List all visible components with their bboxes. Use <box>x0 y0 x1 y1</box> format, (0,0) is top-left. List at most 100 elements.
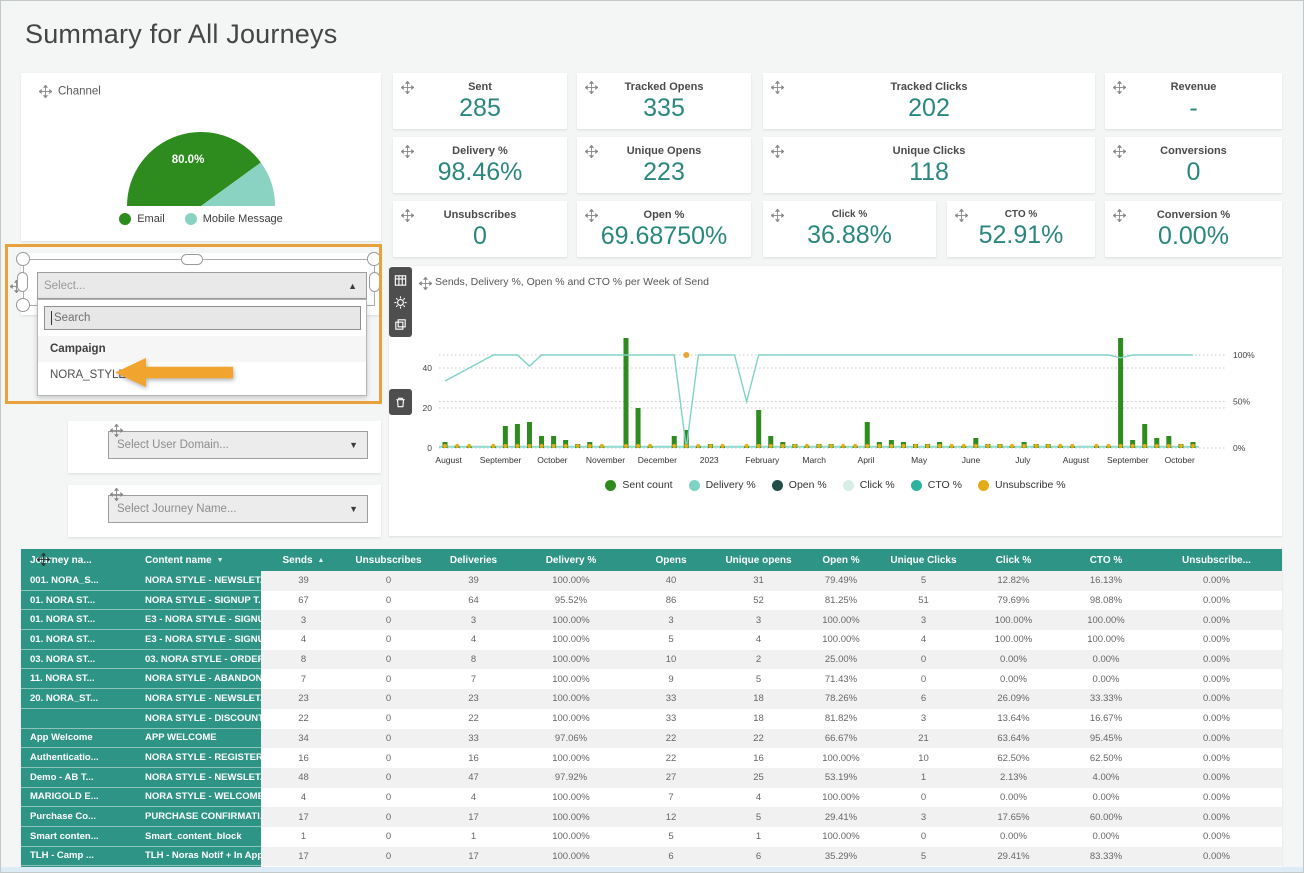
table-row[interactable]: 01. NORA ST...E3 - NORA STYLE - SIGNU...… <box>21 630 1282 650</box>
column-header-label: Content name <box>145 555 212 566</box>
table-cell: 0.00% <box>1061 827 1151 847</box>
table-cell: 4 <box>261 630 346 650</box>
table-cell: 0 <box>346 669 431 689</box>
table-cell: 3 <box>881 610 966 630</box>
journey-name-placeholder: Select Journey Name... <box>109 503 237 515</box>
table-row[interactable]: Purchase Co...PURCHASE CONFIRMATI...1701… <box>21 807 1282 827</box>
journeys-table-body: 001. NORA_S...NORA STYLE - NEWSLET...390… <box>21 571 1282 873</box>
table-row[interactable]: 11. NORA ST...NORA STYLE - ABANDON...707… <box>21 669 1282 689</box>
table-row[interactable]: NORA STYLE - DISCOUNT22022100.00%331881.… <box>21 709 1282 729</box>
legend-item[interactable]: CTO % <box>911 479 962 491</box>
table-cell: 100.00% <box>516 807 626 827</box>
move-icon[interactable] <box>37 553 50 566</box>
table-cell: 16 <box>716 748 801 768</box>
move-icon[interactable] <box>1113 145 1126 158</box>
move-icon[interactable] <box>771 81 784 94</box>
widget-toolbar <box>389 267 412 415</box>
legend-item: Email <box>119 213 165 225</box>
weekly-sends-chart: 020400%50%100%AugustSeptemberOctoberNove… <box>399 298 1268 474</box>
move-icon[interactable] <box>771 145 784 158</box>
move-icon[interactable] <box>1113 81 1126 94</box>
campaign-search-input[interactable] <box>44 306 361 330</box>
table-cell: NORA STYLE - REGISTER ... <box>136 748 261 768</box>
resize-handle[interactable] <box>16 298 30 312</box>
table-row[interactable]: 01. NORA ST...E3 - NORA STYLE - SIGNU...… <box>21 610 1282 630</box>
table-cell: 4.00% <box>1061 768 1151 788</box>
column-header[interactable]: Unique Clicks <box>881 549 966 571</box>
svg-text:November: November <box>586 455 625 465</box>
table-cell: 5 <box>626 630 716 650</box>
legend-item[interactable]: Click % <box>843 479 895 491</box>
table-row[interactable]: App WelcomeAPP WELCOME3403397.06%222266.… <box>21 729 1282 749</box>
legend-item[interactable]: Unsubscribe % <box>978 479 1066 491</box>
table-cell: App Welcome <box>21 729 136 749</box>
resize-handle[interactable] <box>367 252 381 266</box>
table-row[interactable]: MARIGOLD E...NORA STYLE - WELCOME404100.… <box>21 788 1282 808</box>
legend-item[interactable]: Sent count <box>605 479 672 491</box>
legend-item[interactable]: Open % <box>772 479 827 491</box>
table-cell: 0.00% <box>1061 650 1151 670</box>
move-icon[interactable] <box>1113 209 1126 222</box>
column-header[interactable]: Opens <box>626 549 716 571</box>
trash-icon[interactable] <box>389 391 412 413</box>
table-cell: 100.00% <box>801 788 881 808</box>
move-icon[interactable] <box>585 81 598 94</box>
table-cell: TLH - Camp ... <box>21 847 136 867</box>
chevron-down-icon[interactable]: ▼ <box>349 440 358 450</box>
move-icon[interactable] <box>419 277 430 288</box>
table-cell: 27 <box>626 768 716 788</box>
sort-asc-icon[interactable]: ▲ <box>318 557 325 564</box>
move-icon[interactable] <box>401 209 414 222</box>
channel-widget-header: Channel <box>39 85 101 98</box>
column-header[interactable]: CTO % <box>1061 549 1151 571</box>
move-icon[interactable] <box>110 488 123 501</box>
chevron-up-icon[interactable]: ▲ <box>348 281 357 291</box>
settings-icon[interactable] <box>389 291 412 313</box>
move-icon[interactable] <box>585 209 598 222</box>
column-header[interactable]: Click % <box>966 549 1061 571</box>
column-header[interactable]: Open % <box>801 549 881 571</box>
move-icon[interactable] <box>110 424 123 437</box>
campaign-select-dropdown[interactable]: Select... ▲ <box>37 272 367 299</box>
move-icon[interactable] <box>401 81 414 94</box>
table-row[interactable]: 01. NORA ST...NORA STYLE - SIGNUP T...67… <box>21 591 1282 611</box>
column-header[interactable]: Unique opens <box>716 549 801 571</box>
table-cell: 3 <box>431 610 516 630</box>
legend-item[interactable]: Delivery % <box>689 479 756 491</box>
column-header[interactable]: Delivery % <box>516 549 626 571</box>
user-domain-dropdown[interactable]: Select User Domain... ▼ <box>108 431 368 459</box>
move-icon[interactable] <box>955 209 968 222</box>
copy-icon[interactable] <box>389 313 412 335</box>
resize-handle[interactable] <box>16 252 30 266</box>
table-icon[interactable] <box>389 269 412 291</box>
move-icon[interactable] <box>771 209 784 222</box>
table-row[interactable]: 001. NORA_S...NORA STYLE - NEWSLET...390… <box>21 571 1282 591</box>
table-row[interactable]: Demo - AB T...NORA STYLE - NEWSLET...480… <box>21 768 1282 788</box>
table-row[interactable]: Authenticatio...NORA STYLE - REGISTER ..… <box>21 748 1282 768</box>
column-header[interactable]: Unsubscribes <box>346 549 431 571</box>
table-cell: 7 <box>261 669 346 689</box>
resize-handle[interactable] <box>369 272 380 292</box>
journey-name-dropdown[interactable]: Select Journey Name... ▼ <box>108 495 368 523</box>
move-icon[interactable] <box>39 85 52 98</box>
table-cell: E3 - NORA STYLE - SIGNU... <box>136 610 261 630</box>
table-row[interactable]: TLH - Camp ...TLH - Noras Notif + In App… <box>21 847 1282 867</box>
column-header[interactable]: Sends ▲ <box>261 549 346 571</box>
sort-desc-icon[interactable]: ▼ <box>217 557 224 564</box>
journeys-table: Journey na...Content name ▼Sends ▲Unsubs… <box>21 549 1282 873</box>
table-cell: 3 <box>881 709 966 729</box>
horizontal-scrollbar[interactable] <box>1 867 1304 873</box>
table-cell: 1 <box>261 827 346 847</box>
column-header[interactable]: Deliveries <box>431 549 516 571</box>
resize-handle[interactable] <box>17 272 28 292</box>
column-header[interactable]: Unsubscribe... <box>1151 549 1282 571</box>
table-row[interactable]: Smart conten...Smart_content_block101100… <box>21 827 1282 847</box>
table-cell: 0 <box>346 729 431 749</box>
chevron-down-icon[interactable]: ▼ <box>349 504 358 514</box>
column-header[interactable]: Content name ▼ <box>136 549 261 571</box>
move-icon[interactable] <box>585 145 598 158</box>
table-row[interactable]: 03. NORA ST...03. NORA STYLE - ORDER...8… <box>21 650 1282 670</box>
resize-handle[interactable] <box>181 254 203 265</box>
move-icon[interactable] <box>401 145 414 158</box>
table-row[interactable]: 20. NORA_ST...NORA STYLE - NEWSLET...230… <box>21 689 1282 709</box>
